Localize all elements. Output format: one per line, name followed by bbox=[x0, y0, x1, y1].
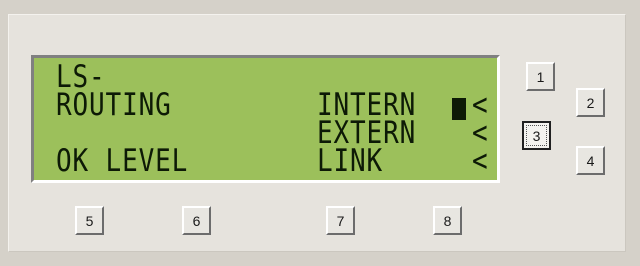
softkey-5-button[interactable]: 5 bbox=[75, 206, 104, 235]
lcd-ok-level-label: OK LEVEL bbox=[56, 143, 189, 179]
softkey-4-button[interactable]: 4 bbox=[576, 146, 605, 175]
lcd-display: LS- ROUTING INTERN < EXTERN < OK LEVEL L… bbox=[31, 55, 500, 183]
softkey-3-button[interactable]: 3 bbox=[522, 121, 551, 150]
lcd-arrow-3: < bbox=[472, 143, 489, 179]
focus-outline bbox=[526, 125, 547, 146]
softkey-7-button[interactable]: 7 bbox=[326, 206, 355, 235]
lcd-routing-label: ROUTING bbox=[56, 87, 172, 123]
softkey-6-button[interactable]: 6 bbox=[182, 206, 211, 235]
softkey-2-button[interactable]: 2 bbox=[576, 88, 605, 117]
softkey-8-button[interactable]: 8 bbox=[433, 206, 462, 235]
softkey-1-button[interactable]: 1 bbox=[526, 62, 555, 91]
lcd-option-link: LINK bbox=[317, 143, 384, 179]
lcd-cursor bbox=[452, 98, 466, 120]
